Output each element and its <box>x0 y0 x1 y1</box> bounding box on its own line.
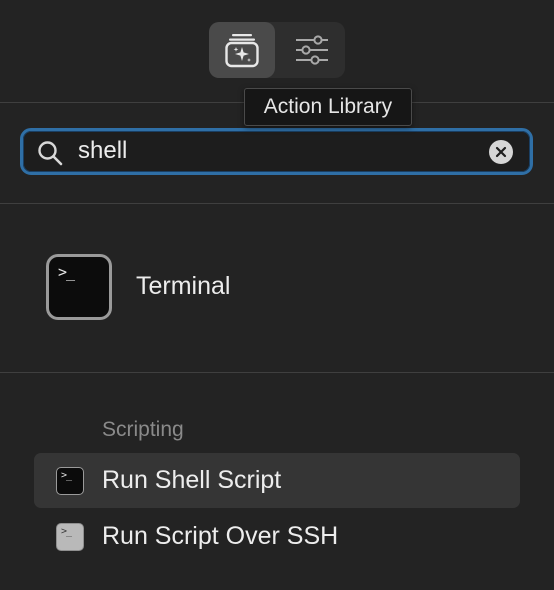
search-icon <box>38 141 63 166</box>
shell-prompt-glyph: >_ <box>61 470 72 481</box>
action-label: Run Script Over SSH <box>102 522 339 550</box>
sliders-icon <box>296 35 328 65</box>
tooltip: Action Library <box>244 88 412 126</box>
variables-button[interactable] <box>279 22 345 78</box>
search-divider <box>0 203 554 204</box>
action-run-shell-script[interactable]: >_ Run Shell Script <box>34 453 520 508</box>
results-divider <box>0 372 554 373</box>
ssh-prompt-glyph: >_ <box>61 526 72 537</box>
terminal-app-icon: >_ <box>46 254 112 320</box>
ssh-script-icon: >_ <box>56 523 84 551</box>
action-label: Run Shell Script <box>102 466 282 494</box>
terminal-script-icon: >_ <box>56 467 84 495</box>
top-hit-terminal[interactable]: >_ Terminal <box>46 254 466 324</box>
top-hit-label: Terminal <box>136 272 231 300</box>
terminal-prompt-glyph: >_ <box>58 263 75 281</box>
close-icon <box>495 146 507 158</box>
action-library-icon <box>225 34 259 68</box>
search-input[interactable] <box>78 135 478 167</box>
action-library-panel: Action Library >_ Terminal Scripting >_ … <box>0 0 554 590</box>
action-library-button[interactable] <box>209 22 275 78</box>
action-run-script-over-ssh[interactable]: >_ Run Script Over SSH <box>34 509 520 564</box>
view-switcher <box>209 22 345 78</box>
section-header-scripting: Scripting <box>102 418 184 441</box>
search-field[interactable] <box>20 128 533 175</box>
clear-search-button[interactable] <box>489 140 513 164</box>
